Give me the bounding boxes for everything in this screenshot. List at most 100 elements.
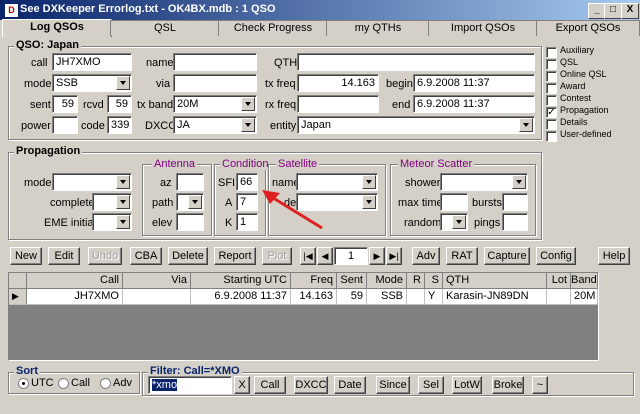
table-cell-mode[interactable]: SSB <box>367 289 407 305</box>
txband-select[interactable]: 20M <box>173 95 257 113</box>
chevron-down-icon[interactable] <box>116 175 130 189</box>
new-button[interactable]: New <box>10 247 42 265</box>
table-cell-band[interactable]: 20M <box>571 289 598 305</box>
contest-checkbox[interactable] <box>546 95 557 106</box>
next-record-icon[interactable]: ▶ <box>369 247 385 265</box>
chevron-down-icon[interactable] <box>116 215 130 229</box>
table-cell-call[interactable]: JH7XMO <box>27 289 123 305</box>
first-record-icon[interactable]: |◀ <box>300 247 316 265</box>
propagation-checkbox[interactable]: ✓ <box>546 107 557 118</box>
last-record-icon[interactable]: ▶| <box>386 247 402 265</box>
details-checkbox[interactable] <box>546 119 557 130</box>
end-field[interactable]: 6.9.2008 11:37 <box>413 95 535 113</box>
filter-sel-button[interactable]: Sel <box>418 376 444 394</box>
chevron-down-icon[interactable] <box>519 118 533 132</box>
chevron-down-icon[interactable] <box>116 76 130 90</box>
table-cell-qth[interactable]: Karasin-JN89DN <box>443 289 547 305</box>
undo-button[interactable]: Undo <box>88 247 122 265</box>
k-field[interactable]: 1 <box>236 213 258 231</box>
sort-adv-radio[interactable] <box>100 378 111 389</box>
filter-dxcc-button[interactable]: DXCC <box>294 376 328 394</box>
filter-call-button[interactable]: Call <box>254 376 286 394</box>
chevron-down-icon[interactable] <box>188 195 202 209</box>
mode-select[interactable]: SSB <box>52 74 132 92</box>
row-indicator-icon[interactable]: ▶ <box>9 289 27 305</box>
sort-utc-radio[interactable] <box>18 378 29 389</box>
maxtime-field[interactable] <box>440 193 468 211</box>
table-cell-lot[interactable] <box>547 289 571 305</box>
filter-lotw-button[interactable]: LotW <box>452 376 482 394</box>
tab-my-qths[interactable]: my QTHs <box>326 20 430 36</box>
filter-broke-button[interactable]: Broke <box>492 376 524 394</box>
tab-qsl[interactable]: QSL <box>110 20 220 36</box>
column-header-lot[interactable]: Lot <box>547 273 571 289</box>
rxfreq-field[interactable] <box>297 95 379 113</box>
auxiliary-checkbox[interactable] <box>546 47 557 58</box>
tab-log-qsos[interactable]: Log QSOs <box>2 19 112 37</box>
pings-field[interactable] <box>502 213 528 231</box>
sent-field[interactable]: 59 <box>52 95 78 113</box>
column-header-call[interactable]: Call <box>27 273 123 289</box>
chevron-down-icon[interactable] <box>362 195 376 209</box>
prop-mode-select[interactable] <box>52 173 132 191</box>
eme-initial-select[interactable] <box>92 213 132 231</box>
column-header-mode[interactable]: Mode <box>367 273 407 289</box>
record-number-field[interactable]: 1 <box>334 247 368 265</box>
rcvd-field[interactable]: 59 <box>107 95 132 113</box>
sfi-field[interactable]: 66 <box>236 173 258 191</box>
begin-field[interactable]: 6.9.2008 11:37 <box>413 74 535 92</box>
power-field[interactable] <box>52 116 78 134</box>
config-button[interactable]: Config <box>536 247 576 265</box>
capture-button[interactable]: Capture <box>484 247 530 265</box>
table-cell-via[interactable] <box>123 289 191 305</box>
table-cell-r[interactable] <box>407 289 425 305</box>
filter-input[interactable]: *xmo <box>148 376 232 394</box>
call-field[interactable]: JH7XMO <box>52 53 132 71</box>
column-header-sent[interactable]: Sent <box>337 273 367 289</box>
qso-grid[interactable]: Call Via Starting UTC Freq Sent Mode R S… <box>8 272 599 361</box>
bursts-field[interactable] <box>502 193 528 211</box>
dxcc-select[interactable]: JA <box>173 116 257 134</box>
elev-field[interactable] <box>176 213 204 231</box>
table-cell-starting-utc[interactable]: 6.9.2008 11:37 <box>191 289 291 305</box>
complete-select[interactable] <box>92 193 132 211</box>
entity-select[interactable]: Japan <box>297 116 535 134</box>
txfreq-field[interactable]: 14.163 <box>297 74 379 92</box>
tab-check-progress[interactable]: Check Progress <box>218 20 328 36</box>
chevron-down-icon[interactable] <box>362 175 376 189</box>
online-qsl-checkbox[interactable] <box>546 71 557 82</box>
chevron-down-icon[interactable] <box>116 195 130 209</box>
filter-since-button[interactable]: Since <box>376 376 410 394</box>
random-select[interactable] <box>440 213 468 231</box>
user-defined-checkbox[interactable] <box>546 131 557 142</box>
column-header-r[interactable]: R <box>407 273 425 289</box>
column-header-freq[interactable]: Freq <box>291 273 337 289</box>
close-button[interactable]: X <box>621 3 639 19</box>
help-button[interactable]: Help <box>598 247 630 265</box>
qth-field[interactable] <box>297 53 535 71</box>
table-cell-s[interactable]: Y <box>425 289 443 305</box>
table-cell-sent[interactable]: 59 <box>337 289 367 305</box>
column-header-via[interactable]: Via <box>123 273 191 289</box>
report-button[interactable]: Report <box>214 247 256 265</box>
column-header-band[interactable]: Band <box>571 273 598 289</box>
column-header-starting-utc[interactable]: Starting UTC <box>191 273 291 289</box>
qsl-checkbox[interactable] <box>546 59 557 70</box>
cba-button[interactable]: CBA <box>130 247 162 265</box>
rat-button[interactable]: RAT <box>446 247 478 265</box>
chevron-down-icon[interactable] <box>241 118 255 132</box>
delete-button[interactable]: Delete <box>168 247 208 265</box>
column-header-qth[interactable]: QTH <box>443 273 547 289</box>
filter-tilde-button[interactable]: ~ <box>532 376 548 394</box>
chevron-down-icon[interactable] <box>512 175 526 189</box>
adv-button[interactable]: Adv <box>412 247 440 265</box>
filter-clear-button[interactable]: X <box>234 376 250 394</box>
tab-export-qsos[interactable]: Export QSOs <box>536 20 640 36</box>
code-field[interactable]: 339 <box>107 116 132 134</box>
plot-button[interactable]: Plot <box>262 247 292 265</box>
via-field[interactable] <box>173 74 257 92</box>
chevron-down-icon[interactable] <box>452 215 466 229</box>
name-field[interactable] <box>173 53 257 71</box>
shower-select[interactable] <box>440 173 528 191</box>
award-checkbox[interactable] <box>546 83 557 94</box>
